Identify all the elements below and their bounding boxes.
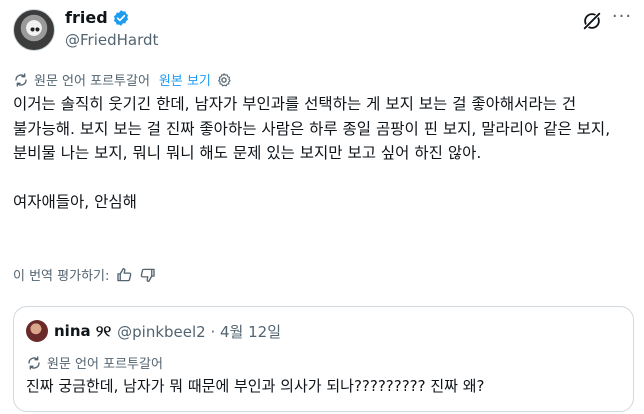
translate-icon [15,72,27,87]
author-name-row: fried [65,8,130,27]
rate-translation-row: 이 번역 평가하기: [13,265,157,284]
quote-avatar [26,320,48,342]
thumbs-down-icon[interactable] [139,266,157,284]
tweet-text: 이거는 솔직히 웃기긴 한데, 남자가 부인과를 선택하는 게 보지 보는 걸 … [13,92,635,215]
rate-translation-label: 이 번역 평가하기: [13,269,110,284]
author-avatar[interactable] [13,9,55,51]
author-display-name[interactable]: fried [65,8,108,27]
translate-icon [28,355,40,370]
quote-header: nina ୨୧ @pinkbeel2 · 4월 12일 [26,320,281,342]
quote-translation-label: 원문 언어 포르투갈어 [47,357,163,372]
translation-source-label: 원문 언어 포르투갈어 [34,74,150,89]
quoted-tweet-card[interactable]: nina ୨୧ @pinkbeel2 · 4월 12일 원문 언어 포르투갈어 … [13,306,634,412]
grok-icon[interactable] [581,10,603,32]
tweet-header: fried @FriedHardt ··· [13,6,633,58]
quote-display-name: nina ୨୧ [54,322,112,340]
verified-badge-icon[interactable] [112,9,130,27]
thumbs-up-icon[interactable] [115,266,133,284]
more-icon[interactable]: ··· [611,8,633,32]
author-handle[interactable]: @FriedHardt [65,31,158,49]
translation-bar: 원문 언어 포르투갈어 원본 보기 [13,70,232,89]
quote-translation-bar: 원문 언어 포르투갈어 [26,353,163,372]
quote-text: 진짜 궁금한데, 남자가 뭐 때문에 부인과 의사가 되나????????? 진… [26,377,485,395]
tweet-paragraph: 여자애들아, 안심해 [13,193,137,211]
show-original-link[interactable]: 원본 보기 [159,70,211,89]
tweet-paragraph: 이거는 솔직히 웃기긴 한데, 남자가 부인과를 선택하는 게 보지 보는 걸 … [13,95,611,162]
quote-handle-date: @pinkbeel2 · 4월 12일 [117,322,282,341]
settings-icon[interactable] [216,72,232,88]
